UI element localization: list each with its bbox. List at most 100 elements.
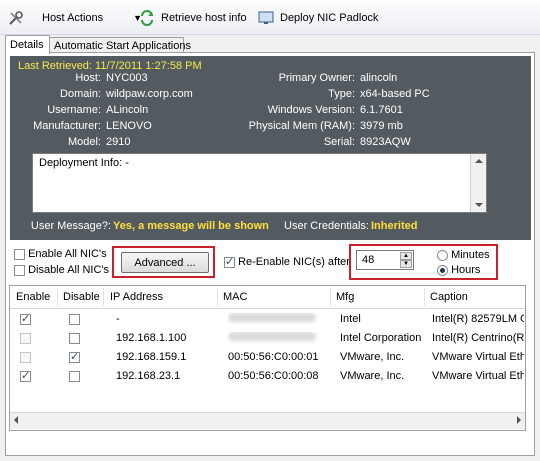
user-credentials-value: Inherited <box>371 220 418 232</box>
stepper-up-icon[interactable]: ▲ <box>400 252 412 260</box>
ip-cell: - <box>116 313 120 325</box>
column-header-caption[interactable]: Caption <box>430 291 468 303</box>
deploy-nic-padlock-button[interactable]: Deploy NIC Padlock <box>258 9 378 27</box>
table-row[interactable]: 192.168.159.1 00:50:56:C0:00:01 VMware, In… <box>10 348 525 367</box>
windows-version-value: 6.1.7601 <box>360 104 403 116</box>
manufacturer-label: Manufacturer: <box>33 120 101 132</box>
host-label: Host: <box>75 72 101 84</box>
model-label: Model: <box>67 136 101 148</box>
mfg-cell: Intel Corporation <box>340 332 422 344</box>
enable-checkbox[interactable] <box>20 369 31 382</box>
retrieve-host-info-label: Retrieve host info <box>161 12 247 24</box>
reenable-checkbox[interactable]: Re-Enable NIC(s) after <box>224 255 350 268</box>
enable-checkbox[interactable] <box>20 352 31 363</box>
wrench-screwdriver-icon <box>9 11 23 25</box>
tab-label: Automatic Start Applications <box>54 40 191 52</box>
advanced-button[interactable]: Advanced ... <box>121 252 209 273</box>
deployment-scrollbar[interactable] <box>470 154 486 212</box>
radio[interactable] <box>437 264 448 276</box>
host-value: NYC003 <box>106 72 148 84</box>
checkbox[interactable] <box>224 255 235 268</box>
serial-label: Serial: <box>323 136 355 148</box>
toolbar: Host Actions ▼ Retrieve host info Deploy… <box>0 0 540 35</box>
caption-cell: VMware Virtual Ethe <box>432 370 524 382</box>
deploy-nic-padlock-label: Deploy NIC Padlock <box>280 12 379 24</box>
retrieve-host-info-button[interactable]: Retrieve host info <box>139 9 247 27</box>
disable-checkbox[interactable] <box>69 314 80 325</box>
mfg-cell: VMware, Inc. <box>340 370 405 382</box>
physical-mem-label: Physical Mem (RAM): <box>248 120 355 132</box>
table-header: Enable Disable IP Address MAC Mfg Captio… <box>10 286 525 309</box>
username-value: ALincoln <box>106 104 149 116</box>
minutes-radio[interactable]: Minutes <box>437 249 490 261</box>
caption-cell: Intel(R) Centrino(R <box>432 332 524 344</box>
enable-checkbox[interactable] <box>20 333 31 344</box>
user-message-value: Yes, a message will be shown <box>113 220 269 232</box>
serial-value: 8923AQW <box>360 136 411 148</box>
column-header-mac[interactable]: MAC <box>223 291 247 303</box>
disable-checkbox[interactable] <box>69 371 80 382</box>
mfg-cell: VMware, Inc. <box>340 351 405 363</box>
scroll-up-icon[interactable] <box>475 159 483 163</box>
tab-label: Details <box>10 39 44 51</box>
hours-label: Hours <box>451 264 481 276</box>
stepper-value: 48 <box>362 254 375 266</box>
disable-all-checkbox[interactable]: Disable All NIC's <box>14 264 109 276</box>
user-credentials-label: User Credentials: <box>284 220 369 232</box>
table-row[interactable]: 192.168.1.100 Intel Corporation Intel(R) C… <box>10 329 525 348</box>
redacted-mac <box>228 332 316 341</box>
column-header-disable[interactable]: Disable <box>63 291 100 303</box>
host-actions-menu[interactable]: Host Actions ▼ <box>8 9 142 27</box>
physical-mem-value: 3979 mb <box>360 120 403 132</box>
mac-cell: 00:50:56:C0:00:01 <box>228 351 319 363</box>
column-header-enable[interactable]: Enable <box>16 291 50 303</box>
user-message-label: User Message?: <box>30 220 111 232</box>
checkbox[interactable] <box>14 264 25 276</box>
hours-stepper[interactable]: 48 ▲ ▼ <box>356 250 414 270</box>
username-label: Username: <box>47 104 101 116</box>
enable-all-label: Enable All NIC's <box>28 248 107 260</box>
table-row[interactable]: - Intel Intel(R) 82579LM Gi <box>10 310 525 329</box>
deployment-info-box[interactable]: Deployment Info: - <box>32 153 487 213</box>
primary-owner-value: alincoln <box>360 72 398 84</box>
deployment-info-text: Deployment Info: - <box>39 157 129 169</box>
scroll-down-icon[interactable] <box>475 203 483 207</box>
tab-details[interactable]: Details <box>5 35 50 54</box>
column-header-ip[interactable]: IP Address <box>110 291 163 303</box>
minutes-label: Minutes <box>451 249 490 261</box>
host-actions-label: Host Actions <box>42 12 104 24</box>
ip-cell: 192.168.159.1 <box>116 351 187 363</box>
hours-radio[interactable]: Hours <box>437 264 480 276</box>
ip-cell: 192.168.1.100 <box>116 332 187 344</box>
enable-checkbox[interactable] <box>20 312 31 325</box>
caption-cell: VMware Virtual Ethe <box>432 351 524 363</box>
disable-checkbox[interactable] <box>69 350 80 363</box>
windows-version-label: Windows Version: <box>267 104 355 116</box>
disable-checkbox[interactable] <box>69 333 80 344</box>
mac-cell <box>228 332 328 344</box>
advanced-label: Advanced ... <box>134 256 196 269</box>
primary-owner-label: Primary Owner: <box>278 72 355 84</box>
monitor-icon <box>258 11 274 24</box>
refresh-icon <box>141 10 153 26</box>
stepper-down-icon[interactable]: ▼ <box>400 260 412 268</box>
mac-cell: 00:50:56:C0:00:08 <box>228 370 319 382</box>
manufacturer-value: LENOVO <box>106 120 152 132</box>
disable-all-label: Disable All NIC's <box>28 264 110 276</box>
redacted-mac <box>228 313 316 322</box>
scroll-right-icon[interactable] <box>517 416 521 424</box>
mfg-cell: Intel <box>340 313 361 325</box>
last-retrieved: Last Retrieved: 11/7/2011 1:27:58 PM <box>18 60 202 72</box>
type-label: Type: <box>328 88 355 100</box>
ip-cell: 192.168.23.1 <box>116 370 181 382</box>
column-header-mfg[interactable]: Mfg <box>336 291 354 303</box>
scroll-left-icon[interactable] <box>14 416 18 424</box>
table-row[interactable]: 192.168.23.1 00:50:56:C0:00:08 VMware, Inc… <box>10 367 525 386</box>
radio[interactable] <box>437 249 448 261</box>
model-value: 2910 <box>106 136 131 148</box>
type-value: x64-based PC <box>360 88 430 100</box>
enable-all-checkbox[interactable]: Enable All NIC's <box>14 248 107 260</box>
horizontal-scrollbar[interactable] <box>10 412 525 429</box>
domain-label: Domain: <box>60 88 101 100</box>
checkbox[interactable] <box>14 248 25 260</box>
